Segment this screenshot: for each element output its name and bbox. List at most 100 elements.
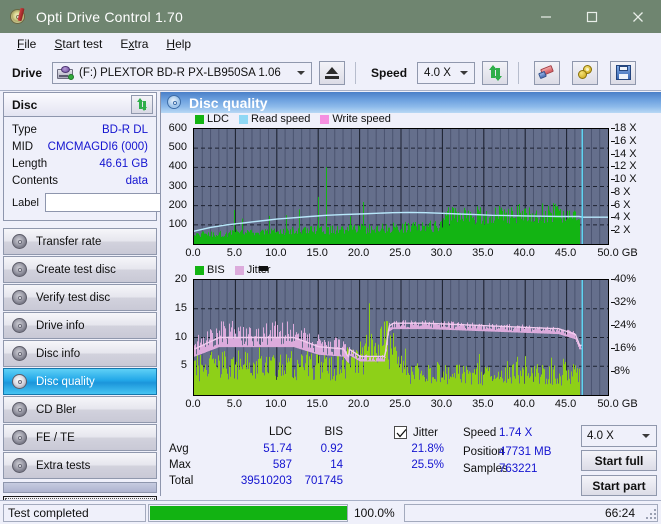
disc-panel-title: Disc	[12, 97, 38, 112]
legend-swatch	[195, 265, 204, 275]
menu-help[interactable]: Help	[157, 35, 200, 53]
maximize-icon[interactable]	[569, 0, 615, 33]
y2-axis-tickmark	[611, 325, 615, 326]
sidebar-item-cd-bler[interactable]: CD Bler	[3, 396, 157, 423]
disc-label-row: Label	[12, 191, 216, 214]
x-axis-tick: 45.0	[554, 247, 577, 259]
sidebar-item-create-test-disc[interactable]: Create test disc	[3, 256, 157, 283]
sidebar-item-label: Drive info	[36, 319, 85, 332]
window-controls	[523, 0, 661, 33]
sidebar-item-label: FE / TE	[36, 431, 75, 444]
disc-label-key: Label	[12, 196, 39, 209]
menu-extra[interactable]: Extra	[111, 35, 157, 53]
chart-bottom-plot-area	[193, 279, 609, 396]
erase-button[interactable]	[534, 60, 561, 85]
x-axis-tick: 5.0	[226, 247, 243, 259]
sidebar-item-label: Disc info	[36, 347, 81, 360]
close-icon[interactable]	[615, 0, 661, 33]
disc-quality-icon	[11, 373, 29, 390]
eraser-icon	[538, 64, 555, 80]
stats-row-avg-ldc: 51.74	[263, 443, 292, 455]
stats-row-total-bis: 701745	[304, 475, 343, 487]
y2-axis-tick: 18 X	[614, 122, 637, 134]
app-window: Opti Drive Control 1.70 File Start test …	[0, 0, 661, 524]
sidebar-item-disc-quality[interactable]: Disc quality	[3, 368, 157, 395]
x-axis-tick: 0.0	[185, 247, 201, 259]
start-full-button[interactable]: Start full	[581, 450, 657, 471]
chevron-down-icon	[460, 70, 469, 75]
menu-file[interactable]: File	[8, 35, 45, 53]
legend-item-read-speed: Read speed	[239, 113, 310, 125]
legend-label: Jitter	[246, 264, 271, 276]
legend-label: Read speed	[251, 113, 311, 125]
disc-row-key: Type	[12, 123, 37, 136]
legend-swatch	[239, 114, 249, 124]
result-speed-select[interactable]: 4.0 X	[581, 425, 657, 447]
eject-button[interactable]	[319, 60, 346, 85]
progress-percent-cell: 100.0%	[350, 504, 404, 522]
disc-refresh-button[interactable]	[131, 95, 153, 114]
disc-row-key: MID	[12, 140, 34, 153]
drive-select[interactable]: (F:) PLEXTOR BD-R PX-LB950SA 1.06	[52, 61, 313, 84]
ldc-read-speed-chart: LDC Read speed Write speed 100 200 300 400 5…	[161, 113, 661, 259]
sidebar-item-label: Transfer rate	[36, 235, 102, 248]
bis-jitter-chart: BIS Jitter 5 10 15 20 8% 16% 24% 32% 40% 0.0 5.0…	[161, 260, 661, 412]
chevron-down-icon	[642, 434, 650, 438]
y2-axis-tickmark	[611, 128, 615, 129]
sidebar-item-extra-tests[interactable]: Extra tests	[3, 452, 157, 479]
chevron-down-icon	[297, 70, 306, 75]
stats-panel: LDC BIS Avg 51.74 0.92 Max 587 14 Total …	[161, 424, 661, 496]
disc-row-mid: MID CMCMAGDI6 (000)	[12, 138, 148, 155]
drive-select-value: (F:) PLEXTOR BD-R PX-LB950SA 1.06	[79, 66, 281, 79]
jitter-checkbox[interactable]	[394, 426, 407, 439]
resize-grip-icon[interactable]	[646, 509, 658, 521]
x-axis-tick: 20.0	[347, 247, 370, 259]
sidebar-item-transfer-rate[interactable]: Transfer rate	[3, 228, 157, 255]
chart-bottom-legend: BIS Jitter	[195, 264, 277, 276]
x-axis-tick: 45.0	[554, 398, 577, 410]
refresh-icon	[136, 98, 149, 111]
progress-bar	[148, 503, 348, 522]
sidebar-item-label: Verify test disc	[36, 291, 111, 304]
save-icon	[615, 65, 631, 80]
sidebar-item-drive-info[interactable]: Drive info	[3, 312, 157, 339]
progress-bar-fill	[150, 505, 347, 520]
start-part-button[interactable]: Start part	[581, 475, 657, 496]
stats-row-total-ldc: 39510203	[240, 475, 292, 487]
disc-transfer-icon	[11, 233, 29, 250]
menu-start-test[interactable]: Start test	[45, 35, 111, 53]
legend-item-ldc: LDC	[195, 113, 229, 125]
key-icon	[577, 65, 593, 80]
disc-quality-icon	[167, 95, 183, 110]
speed-select[interactable]: 4.0 X	[417, 61, 476, 84]
sidebar-item-fe-te[interactable]: FE / TE	[3, 424, 157, 451]
stats-row-total-label: Total	[169, 475, 194, 487]
y2-axis-tick: 6 X	[614, 198, 631, 211]
sidebar-item-label: Create test disc	[36, 263, 116, 276]
speed-label: Speed	[371, 65, 408, 80]
sidebar-item-disc-info[interactable]: Disc info	[3, 340, 157, 367]
sidebar-item-verify-test-disc[interactable]: Verify test disc	[3, 284, 157, 311]
y2-axis-tickmark	[611, 302, 615, 303]
minimize-icon[interactable]	[523, 0, 569, 33]
y2-axis-tickmark	[611, 217, 615, 219]
stats-row-max-ldc: 587	[272, 459, 292, 471]
menu-help-rest: elp	[175, 37, 192, 51]
settings-button[interactable]	[572, 60, 599, 85]
y2-axis-tickmark	[611, 230, 615, 232]
y-axis-tick: 200	[168, 198, 187, 211]
y2-axis-tickmark	[611, 140, 615, 142]
save-button[interactable]	[610, 60, 637, 85]
y-axis-tick: 100	[168, 217, 187, 230]
toolbar-divider-2	[518, 61, 520, 84]
refresh-button[interactable]	[482, 60, 509, 85]
chart-top-plot-area	[193, 128, 609, 245]
legend-label: LDC	[207, 113, 230, 125]
y2-axis-tick: 12 X	[614, 160, 637, 173]
x-axis-tick: 35.0	[472, 398, 494, 410]
y-axis-tick: 600	[168, 122, 187, 134]
app-disc-pen-icon	[10, 7, 28, 26]
x-axis-tick: 50.0 GB	[597, 247, 638, 259]
jitter-avg-value: 21.8%	[411, 443, 444, 455]
y2-axis-tick: 16 X	[614, 134, 637, 147]
